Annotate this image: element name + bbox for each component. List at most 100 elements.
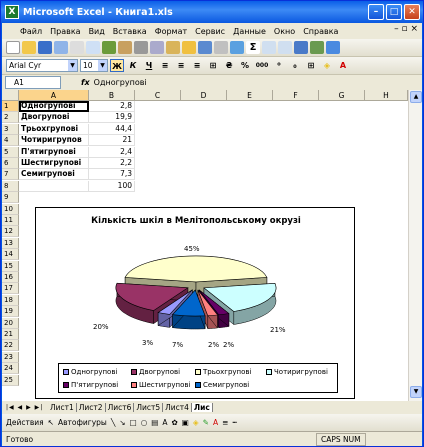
active-cell[interactable]: Одногрупові [19, 101, 89, 112]
borders-icon[interactable]: ⊞ [304, 59, 318, 72]
increase-decimal-icon[interactable]: ⁰ [272, 59, 286, 72]
vertical-scrollbar[interactable]: ▲ ▼ [408, 90, 422, 401]
italic-button[interactable]: К [126, 59, 140, 72]
print-icon[interactable] [70, 41, 84, 54]
sheet-tab[interactable]: Лист4 [163, 403, 192, 412]
cell[interactable]: 2,4 [89, 146, 135, 158]
close-button[interactable]: ✕ [404, 4, 420, 20]
pie-slice-2[interactable] [124, 255, 268, 283]
column-header[interactable]: A [19, 90, 89, 101]
menu-edit[interactable]: Правка [46, 27, 84, 36]
thousands-button[interactable]: 000 [254, 59, 270, 72]
row-header[interactable]: 21 [2, 329, 19, 340]
menu-insert[interactable]: Вставка [109, 27, 151, 36]
paste-icon[interactable] [166, 41, 180, 54]
sheet-tab[interactable]: Лист2 [77, 403, 106, 412]
align-left-icon[interactable]: ≡ [158, 59, 172, 72]
font-color-icon[interactable]: A [336, 59, 350, 72]
formula-input[interactable]: Одногрупові [94, 78, 147, 87]
wordart-icon[interactable]: A [162, 418, 167, 427]
menu-data[interactable]: Данные [229, 27, 270, 36]
format-painter-icon[interactable] [182, 41, 196, 54]
menu-window[interactable]: Окно [270, 27, 299, 36]
row-header[interactable]: 22 [2, 340, 19, 352]
row-header[interactable]: 19 [2, 306, 19, 318]
cell[interactable]: 7,3 [89, 169, 135, 181]
cell[interactable]: 21 [89, 135, 135, 147]
row-header[interactable]: 8 [2, 180, 19, 192]
align-right-icon[interactable]: ≡ [190, 59, 204, 72]
row-header[interactable]: 7 [2, 169, 19, 181]
cell[interactable]: П'ятигрупові [19, 146, 89, 158]
fill-color-icon[interactable]: ◈ [320, 59, 334, 72]
open-icon[interactable] [22, 41, 36, 54]
line-color-icon[interactable]: ✎ [203, 418, 209, 427]
merge-center-icon[interactable]: ⊞ [206, 59, 220, 72]
row-header[interactable]: 24 [2, 363, 19, 375]
column-header[interactable]: C [135, 90, 181, 101]
redo-icon[interactable] [214, 41, 228, 54]
print-preview-icon[interactable] [86, 41, 100, 54]
drawing-icon[interactable] [310, 41, 324, 54]
currency-icon[interactable]: ₴ [222, 59, 236, 72]
row-header[interactable]: 1 [2, 101, 19, 112]
row-header[interactable]: 13 [2, 237, 19, 249]
cell[interactable]: Шестигрупові [19, 158, 89, 169]
row-header[interactable]: 25 [2, 374, 19, 386]
maximize-button[interactable]: □ [386, 4, 402, 20]
picture-icon[interactable]: ▣ [182, 418, 189, 427]
sheet-tab[interactable]: Лист5 [134, 403, 164, 412]
scroll-up-icon[interactable]: ▲ [410, 91, 422, 103]
align-center-icon[interactable]: ≡ [174, 59, 188, 72]
worksheet-grid[interactable]: A B C D E F G H 1 2 3 4 5 6 7 8 9 10 11 12 13 14 15 16 1… [2, 90, 422, 401]
chart-wizard-icon[interactable] [294, 41, 308, 54]
line-style-icon[interactable]: ≡ [222, 418, 228, 427]
row-header[interactable]: 17 [2, 283, 19, 295]
new-icon[interactable] [6, 41, 20, 54]
pie-chart[interactable]: Кількість шкіл в Мелітопольському окрузі… [35, 207, 355, 399]
autosum-icon[interactable]: Σ [246, 41, 260, 54]
cell[interactable]: Семигрупові [19, 169, 89, 181]
doc-window-controls[interactable]: – ▫ × [394, 24, 418, 34]
cut-icon[interactable] [134, 41, 148, 54]
column-header[interactable]: G [319, 90, 365, 101]
autoshapes-menu[interactable]: Автофигуры [58, 418, 107, 427]
row-header[interactable]: 16 [2, 272, 19, 283]
cell[interactable]: 100 [89, 180, 135, 192]
menu-view[interactable]: Вид [85, 27, 109, 36]
cell[interactable] [19, 180, 89, 192]
spelling-icon[interactable] [102, 41, 116, 54]
research-icon[interactable] [118, 41, 132, 54]
row-header[interactable]: 15 [2, 260, 19, 272]
help-icon[interactable] [326, 41, 340, 54]
textbox-icon[interactable]: ▤ [151, 418, 158, 427]
column-header[interactable]: E [227, 90, 273, 101]
oval-icon[interactable]: ○ [141, 418, 148, 427]
select-all-corner[interactable] [2, 90, 19, 101]
save-icon[interactable] [38, 41, 52, 54]
cell[interactable]: Трьохгрупові [19, 123, 89, 135]
cell[interactable]: Чотиригрупов [19, 135, 89, 147]
permission-icon[interactable] [54, 41, 68, 54]
row-header[interactable]: 9 [2, 192, 19, 204]
arrow-icon[interactable]: ↘ [119, 418, 125, 427]
row-header[interactable]: 14 [2, 249, 19, 261]
menu-tools[interactable]: Сервис [191, 27, 229, 36]
rectangle-icon[interactable]: □ [130, 418, 137, 427]
sheet-tab-active[interactable]: Лис [191, 403, 213, 412]
row-header[interactable]: 2 [2, 112, 19, 124]
row-header[interactable]: 10 [2, 203, 19, 215]
row-header[interactable]: 4 [2, 135, 19, 147]
dash-style-icon[interactable]: ┅ [232, 418, 237, 427]
clipart-icon[interactable]: ✿ [172, 418, 178, 427]
menu-format[interactable]: Формат [151, 27, 191, 36]
row-header[interactable]: 23 [2, 351, 19, 363]
cell[interactable]: Двогрупові [19, 112, 89, 124]
tab-navigation-arrows[interactable]: |◀ ◀ ▶ ▶| [2, 404, 48, 411]
line-icon[interactable]: ╲ [111, 418, 116, 427]
cell[interactable]: 2,2 [89, 158, 135, 169]
percent-button[interactable]: % [238, 59, 252, 72]
sort-ascending-icon[interactable] [262, 41, 276, 54]
name-box[interactable]: A1 [5, 76, 61, 89]
cell[interactable]: 2,8 [89, 101, 135, 112]
